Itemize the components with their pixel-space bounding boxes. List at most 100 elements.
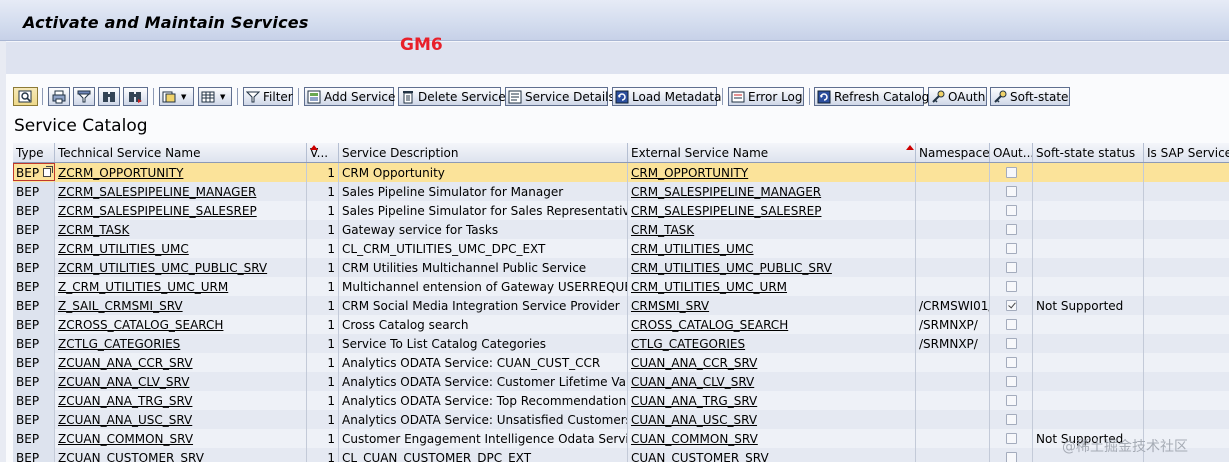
column-header-technical-service-name[interactable]: Technical Service Name (55, 143, 307, 162)
print-button[interactable] (48, 87, 70, 106)
service-link[interactable]: ZCUAN_ANA_CLV_SRV (58, 375, 189, 389)
cell-tech[interactable]: ZCUAN_ANA_USC_SRV (55, 410, 307, 429)
cell-oauth[interactable] (990, 220, 1033, 239)
cell-tech[interactable]: ZCRM_SALESPIPELINE_SALESREP (55, 201, 307, 220)
oauth-checkbox[interactable] (1005, 452, 1017, 462)
table-row[interactable]: BEP ZCUAN_ANA_CLV_SRV 1 Analytics ODATA Ser… (13, 372, 1229, 392)
cell-ext[interactable]: CRM_UTILITIES_UMC_URM (628, 277, 916, 296)
error-log-button[interactable]: Error Log (728, 87, 804, 106)
service-link[interactable]: CRM_UTILITIES_UMC (631, 242, 754, 256)
oauth-checkbox[interactable] (1005, 414, 1017, 425)
table-row[interactable]: BEP Z_SAIL_CRMSMI_SRV 1 CRM Social Media In… (13, 296, 1229, 316)
service-link[interactable]: ZCRM_TASK (58, 223, 129, 237)
cell-ext[interactable]: CROSS_CATALOG_SEARCH (628, 315, 916, 334)
details-button[interactable] (13, 87, 38, 106)
cell-oauth[interactable] (990, 315, 1033, 334)
load-metadata-button[interactable]: Load Metadata (612, 87, 721, 106)
table-row[interactable]: BEP ZCROSS_CATALOG_SEARCH 1 Cross Catalog s… (13, 315, 1229, 335)
service-link[interactable]: ZCUAN_COMMON_SRV (58, 432, 193, 446)
cell-ext[interactable]: CRMSMI_SRV (628, 296, 916, 315)
service-link[interactable]: CTLG_CATEGORIES (631, 337, 745, 351)
cell-ext[interactable]: CTLG_CATEGORIES (628, 334, 916, 353)
service-link[interactable]: CUAN_ANA_USC_SRV (631, 413, 757, 427)
cell-ext[interactable]: CUAN_ANA_CCR_SRV (628, 353, 916, 372)
oauth-checkbox[interactable] (1005, 433, 1017, 444)
oauth-checkbox[interactable] (1005, 205, 1017, 216)
service-link[interactable]: CUAN_ANA_TRG_SRV (631, 394, 757, 408)
service-link[interactable]: CUAN_ANA_CCR_SRV (631, 356, 757, 370)
service-link[interactable]: ZCUAN_ANA_USC_SRV (58, 413, 192, 427)
service-details-button[interactable]: Service Details (505, 87, 615, 106)
service-link[interactable]: ZCUAN_CUSTOMER_SRV (58, 451, 204, 462)
service-link[interactable]: ZCRM_OPPORTUNITY (58, 166, 183, 180)
service-link[interactable]: CUAN_CUSTOMER_SRV (631, 451, 769, 462)
cell-oauth[interactable] (990, 277, 1033, 296)
cell-ext[interactable]: CUAN_ANA_USC_SRV (628, 410, 916, 429)
cell-tech[interactable]: ZCRM_UTILITIES_UMC (55, 239, 307, 258)
cell-oauth[interactable] (990, 296, 1033, 315)
service-link[interactable]: CUAN_ANA_CLV_SRV (631, 375, 754, 389)
column-header-service-description[interactable]: Service Description (339, 143, 628, 162)
cell-ext[interactable]: CRM_UTILITIES_UMC_PUBLIC_SRV (628, 258, 916, 277)
oauth-checkbox[interactable] (1005, 300, 1017, 311)
cell-ext[interactable]: CRM_UTILITIES_UMC (628, 239, 916, 258)
oauth-checkbox[interactable] (1005, 395, 1017, 406)
cell-tech[interactable]: ZCRM_UTILITIES_UMC_PUBLIC_SRV (55, 258, 307, 277)
cell-tech[interactable]: ZCTLG_CATEGORIES (55, 334, 307, 353)
table-row[interactable]: BEP ZCUAN_ANA_TRG_SRV 1 Analytics ODATA Ser… (13, 391, 1229, 411)
cell-tech[interactable]: ZCRM_SALESPIPELINE_MANAGER (55, 182, 307, 201)
filter-funnel-button[interactable] (73, 87, 95, 106)
service-link[interactable]: ZCUAN_ANA_CCR_SRV (58, 356, 193, 370)
cell-oauth[interactable] (990, 163, 1033, 182)
table-row[interactable]: BEP ZCUAN_ANA_CCR_SRV 1 Analytics ODATA Ser… (13, 353, 1229, 373)
column-header-soft-state-status[interactable]: Soft-state status (1033, 143, 1144, 162)
service-link[interactable]: CUAN_COMMON_SRV (631, 432, 758, 446)
column-header-namespace[interactable]: Namespace (916, 143, 990, 162)
service-link[interactable]: ZCUAN_ANA_TRG_SRV (58, 394, 192, 408)
cell-tech[interactable]: ZCUAN_CUSTOMER_SRV (55, 448, 307, 462)
cell-tech[interactable]: ZCUAN_COMMON_SRV (55, 429, 307, 448)
cell-oauth[interactable] (990, 239, 1033, 258)
cell-oauth[interactable] (990, 410, 1033, 429)
oauth-checkbox[interactable] (1005, 338, 1017, 349)
cell-ext[interactable]: CUAN_COMMON_SRV (628, 429, 916, 448)
delete-service-button[interactable]: Delete Service (398, 87, 506, 106)
table-row[interactable]: BEP ZCUAN_ANA_USC_SRV 1 Analytics ODATA Ser… (13, 410, 1229, 430)
export-dropdown-button[interactable]: ▼ (159, 87, 194, 106)
cell-oauth[interactable] (990, 201, 1033, 220)
soft-state-button[interactable]: Soft-state (990, 87, 1070, 106)
oauth-checkbox[interactable] (1005, 376, 1017, 387)
find-next-button[interactable] (123, 87, 148, 106)
service-link[interactable]: CROSS_CATALOG_SEARCH (631, 318, 788, 332)
cell-tech[interactable]: ZCRM_TASK (55, 220, 307, 239)
cell-oauth[interactable] (990, 372, 1033, 391)
oauth-checkbox[interactable] (1005, 186, 1017, 197)
find-button[interactable] (98, 87, 120, 106)
cell-oauth[interactable] (990, 334, 1033, 353)
service-link[interactable]: ZCRM_SALESPIPELINE_SALESREP (58, 204, 257, 218)
column-header-type[interactable]: Type (13, 143, 55, 162)
oauth-checkbox[interactable] (1005, 224, 1017, 235)
table-row[interactable]: BEP Z_CRM_UTILITIES_UMC_URM 1 Multichannel … (13, 277, 1229, 297)
table-row[interactable]: BEP ZCTLG_CATEGORIES 1 Service To List Cata… (13, 334, 1229, 354)
cell-ext[interactable]: CUAN_ANA_TRG_SRV (628, 391, 916, 410)
table-row[interactable]: BEP ZCRM_UTILITIES_UMC_PUBLIC_SRV 1 CRM Uti… (13, 258, 1229, 278)
service-link[interactable]: CRM_UTILITIES_UMC_URM (631, 280, 787, 294)
service-link[interactable]: ZCROSS_CATALOG_SEARCH (58, 318, 223, 332)
cell-oauth[interactable] (990, 353, 1033, 372)
service-link[interactable]: ZCRM_UTILITIES_UMC (58, 242, 189, 256)
oauth-checkbox[interactable] (1005, 243, 1017, 254)
service-link[interactable]: ZCTLG_CATEGORIES (58, 337, 180, 351)
cell-ext[interactable]: CUAN_ANA_CLV_SRV (628, 372, 916, 391)
service-link[interactable]: Z_CRM_UTILITIES_UMC_URM (58, 280, 228, 294)
cell-ext[interactable]: CRM_OPPORTUNITY (628, 163, 916, 182)
filter-button[interactable]: Filter (243, 87, 293, 106)
cell-oauth[interactable] (990, 391, 1033, 410)
oauth-checkbox[interactable] (1005, 262, 1017, 273)
cell-tech[interactable]: ZCROSS_CATALOG_SEARCH (55, 315, 307, 334)
service-link[interactable]: CRM_OPPORTUNITY (631, 166, 748, 180)
cell-oauth[interactable] (990, 429, 1033, 448)
cell-oauth[interactable] (990, 258, 1033, 277)
service-link[interactable]: Z_SAIL_CRMSMI_SRV (58, 299, 183, 313)
refresh-catalog-button[interactable]: Refresh Catalog (814, 87, 929, 106)
